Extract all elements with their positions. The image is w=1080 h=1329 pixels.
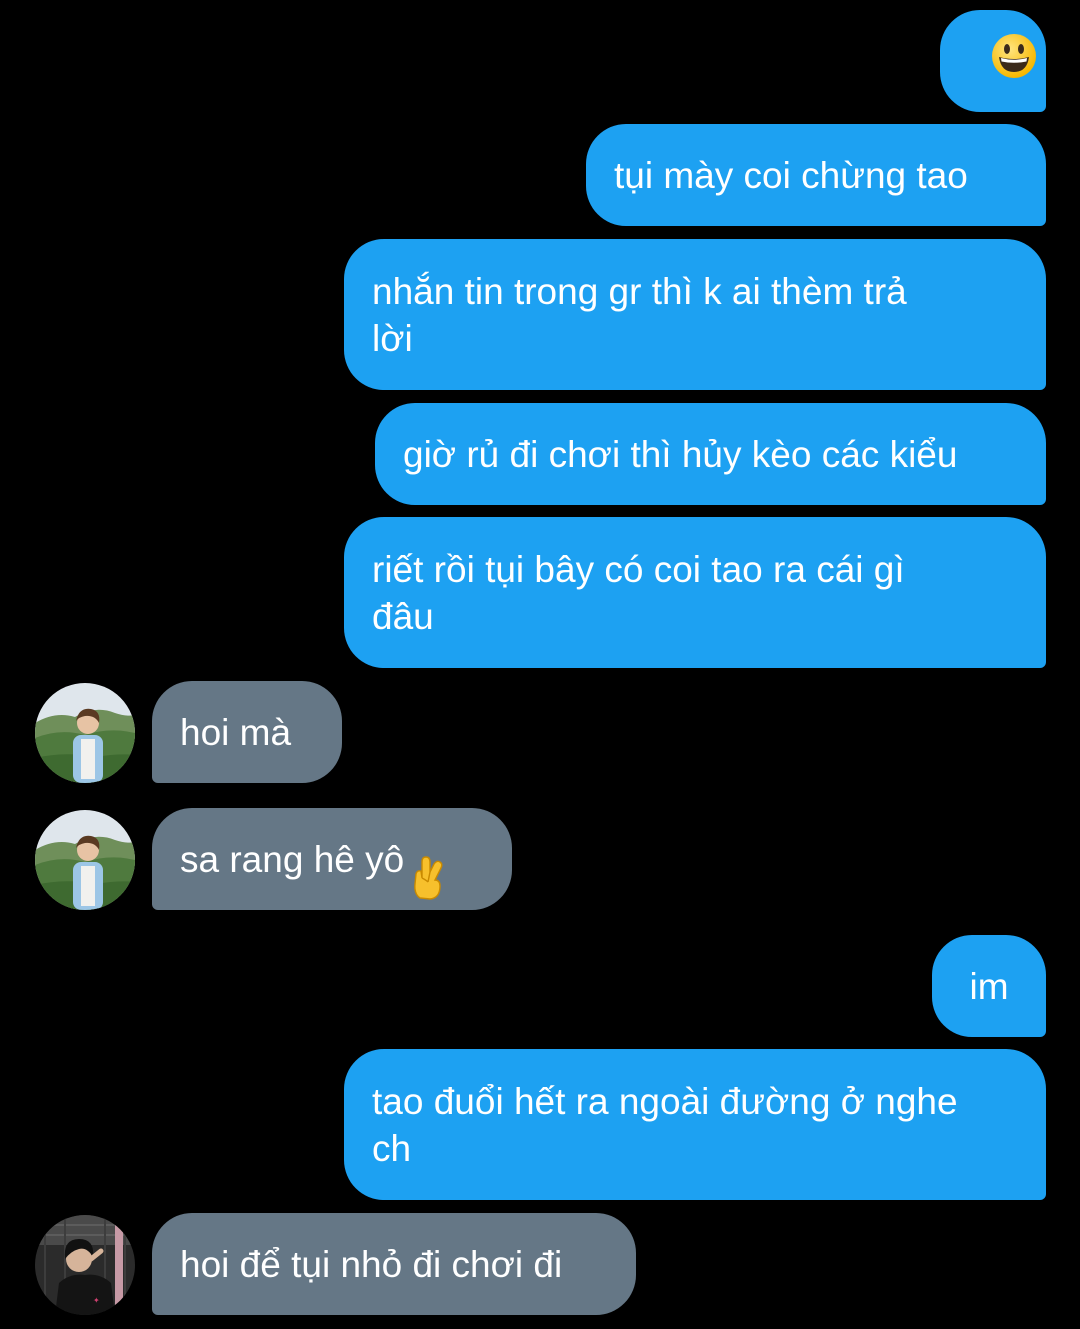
grinning-face-emoji-icon <box>948 0 1037 138</box>
message-text: im <box>969 965 1009 1007</box>
outgoing-message-bubble[interactable]: tao đuổi hết ra ngoài đường ở nghe ch <box>344 1049 1046 1200</box>
message-text: riết rồi tụi bây có coi tao ra cái gì đâ… <box>372 548 905 637</box>
sender-avatar[interactable] <box>35 683 135 783</box>
outgoing-message-bubble[interactable]: giờ rủ đi chơi thì hủy kèo các kiểu <box>375 403 1046 505</box>
sender-avatar[interactable]: ✦ <box>35 1215 135 1315</box>
svg-text:✦: ✦ <box>93 1296 100 1305</box>
message-text: hoi để tụi nhỏ đi chơi đi <box>180 1243 563 1285</box>
message-text: tụi mày coi chừng tao <box>614 154 968 196</box>
incoming-message-bubble[interactable]: hoi mà <box>152 681 342 783</box>
message-text: hoi mà <box>180 711 292 753</box>
message-text: giờ rủ đi chơi thì hủy kèo các kiểu <box>403 433 958 475</box>
message-text: nhắn tin trong gr thì k ai thèm trả lời <box>372 270 907 359</box>
outgoing-message-bubble[interactable]: im <box>932 935 1046 1037</box>
outgoing-message-bubble[interactable]: tụi mày coi chừng tao <box>586 124 1046 226</box>
outgoing-message-bubble[interactable]: riết rồi tụi bây có coi tao ra cái gì đâ… <box>344 517 1046 668</box>
incoming-message-bubble[interactable]: sa rang hê yô <box>152 808 512 910</box>
message-text: tao đuổi hết ra ngoài đường ở nghe ch <box>372 1080 958 1169</box>
crossed-fingers-heart-emoji-icon <box>410 760 484 958</box>
sender-avatar[interactable] <box>35 810 135 910</box>
outgoing-message-bubble[interactable]: nhắn tin trong gr thì k ai thèm trả lời <box>344 239 1046 390</box>
incoming-message-bubble[interactable]: hoi để tụi nhỏ đi chơi đi <box>152 1213 636 1315</box>
outgoing-message-bubble[interactable] <box>940 10 1046 112</box>
message-text: sa rang hê yô <box>180 838 415 880</box>
